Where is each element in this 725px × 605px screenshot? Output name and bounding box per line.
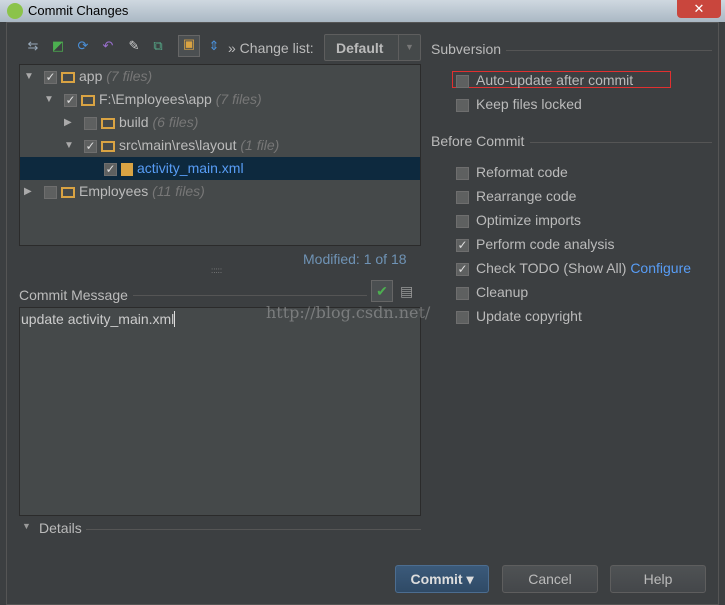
commit-message-input[interactable]: update activity_main.xml: [19, 307, 421, 516]
checkbox[interactable]: [456, 98, 469, 112]
expanded-arrow-icon[interactable]: ▼: [24, 65, 34, 88]
collapsed-arrow-icon[interactable]: ▶: [24, 180, 32, 203]
move-icon[interactable]: ◩: [50, 38, 66, 54]
xml-file-icon: [121, 162, 133, 176]
option-checkbox[interactable]: Reformat code: [456, 162, 568, 182]
spellcheck-icon[interactable]: ✔: [371, 280, 393, 302]
title-bar: Commit Changes ✕: [0, 0, 725, 22]
node-name: Employees: [79, 183, 149, 199]
node-count: (1 file): [240, 137, 280, 153]
checkbox[interactable]: [456, 286, 469, 300]
changes-tree[interactable]: ▼ ✓ app (7 files) ▼ ✓ F:\Employees\app (7 fil…: [19, 64, 421, 246]
commit-message-text: update activity_main.xml: [21, 311, 175, 327]
option-label: Keep files locked: [476, 96, 582, 112]
commit-button[interactable]: Commit ▾: [395, 565, 489, 593]
folder-icon: [61, 71, 75, 83]
before-commit-header: Before Commit: [431, 133, 525, 149]
history-icon[interactable]: ▤: [400, 283, 413, 300]
android-studio-icon: [7, 3, 23, 19]
node-name: app: [79, 68, 103, 84]
configure-link[interactable]: Configure: [630, 260, 691, 276]
tree-node[interactable]: ▼ ✓ app (7 files): [20, 65, 420, 88]
checkbox[interactable]: [456, 190, 469, 204]
node-count: (6 files): [152, 114, 199, 130]
splitter-handle[interactable]: :::::: [211, 266, 222, 275]
refresh-icon[interactable]: ⟳: [75, 38, 91, 54]
option-checkbox[interactable]: Rearrange code: [456, 186, 576, 206]
tree-node[interactable]: ▶ Employees (11 files): [20, 180, 420, 203]
checkbox[interactable]: [456, 74, 469, 88]
close-button[interactable]: ✕: [677, 0, 721, 18]
option-checkbox[interactable]: Cleanup: [456, 282, 528, 302]
option-checkbox[interactable]: Optimize imports: [456, 210, 581, 230]
node-count: (11 files): [152, 183, 205, 199]
option-checkbox[interactable]: Keep files locked: [456, 94, 582, 114]
modified-count: Modified: 1 of 18: [303, 251, 407, 267]
option-label: Update copyright: [476, 308, 582, 324]
group-by-directory-icon[interactable]: ▣: [178, 35, 200, 57]
option-label: Optimize imports: [476, 212, 582, 228]
tree-node[interactable]: ✓ activity_main.xml: [20, 157, 420, 180]
expanded-arrow-icon[interactable]: ▼: [44, 88, 54, 111]
node-count: (7 files): [215, 91, 262, 107]
node-checkbox[interactable]: ✓: [84, 139, 97, 153]
node-checkbox[interactable]: [44, 185, 57, 199]
details-expand-icon[interactable]: ▼: [22, 521, 31, 531]
option-label: Perform code analysis: [476, 236, 615, 252]
changelist-label: » Change list:: [228, 40, 314, 56]
commit-message-label: Commit Message: [19, 287, 128, 303]
option-label: Check TODO (Show All): [476, 260, 627, 276]
node-name: build: [119, 114, 149, 130]
changelist-value: Default: [336, 40, 384, 56]
subversion-header: Subversion: [431, 41, 502, 57]
collapsed-arrow-icon[interactable]: ▶: [64, 111, 72, 134]
expanded-arrow-icon[interactable]: ▼: [64, 134, 74, 157]
option-checkbox[interactable]: ✓ Perform code analysis: [456, 234, 615, 254]
node-checkbox[interactable]: [84, 116, 97, 130]
node-checkbox[interactable]: ✓: [104, 162, 117, 176]
option-label: Auto-update after commit: [476, 72, 634, 88]
option-label: Rearrange code: [476, 188, 577, 204]
watermark: http://blog.csdn.net/: [266, 303, 431, 322]
option-checkbox[interactable]: Auto-update after commit: [456, 70, 633, 90]
checkbox[interactable]: [456, 214, 469, 228]
checkbox[interactable]: [456, 166, 469, 180]
window-title: Commit Changes: [28, 3, 129, 18]
node-count: (7 files): [106, 68, 153, 84]
node-name: activity_main.xml: [137, 160, 244, 176]
tree-node[interactable]: ▼ ✓ src\main\res\layout (1 file): [20, 134, 420, 157]
checkbox[interactable]: ✓: [456, 238, 469, 252]
option-label: Cleanup: [476, 284, 529, 300]
diff-icon[interactable]: ⇆: [25, 38, 41, 54]
node-name: src\main\res\layout: [119, 137, 237, 153]
checkbox[interactable]: [456, 310, 469, 324]
folder-icon: [101, 140, 115, 152]
changelist-dropdown[interactable]: Default ▼: [324, 34, 421, 61]
option-label: Reformat code: [476, 164, 568, 180]
tree-node[interactable]: ▼ ✓ F:\Employees\app (7 files): [20, 88, 420, 111]
node-name: F:\Employees\app: [99, 91, 212, 107]
details-toggle[interactable]: Details: [39, 520, 82, 536]
move-to-changelist-icon[interactable]: ⧉: [150, 38, 166, 54]
node-checkbox[interactable]: ✓: [64, 93, 77, 107]
expand-all-icon[interactable]: ⇕: [206, 38, 222, 54]
checkbox[interactable]: ✓: [456, 262, 469, 276]
help-button[interactable]: Help: [610, 565, 706, 593]
folder-icon: [101, 117, 115, 129]
folder-icon: [81, 94, 95, 106]
chevron-down-icon: ▼: [398, 35, 420, 60]
cancel-button[interactable]: Cancel: [502, 565, 598, 593]
node-checkbox[interactable]: ✓: [44, 70, 57, 84]
option-checkbox[interactable]: ✓ Check TODO (Show All) Configure: [456, 258, 691, 278]
revert-icon[interactable]: ↶: [100, 38, 116, 54]
edit-source-icon[interactable]: ✎: [126, 38, 142, 54]
tree-node[interactable]: ▶ build (6 files): [20, 111, 420, 134]
option-checkbox[interactable]: Update copyright: [456, 306, 582, 326]
folder-icon: [61, 186, 75, 198]
